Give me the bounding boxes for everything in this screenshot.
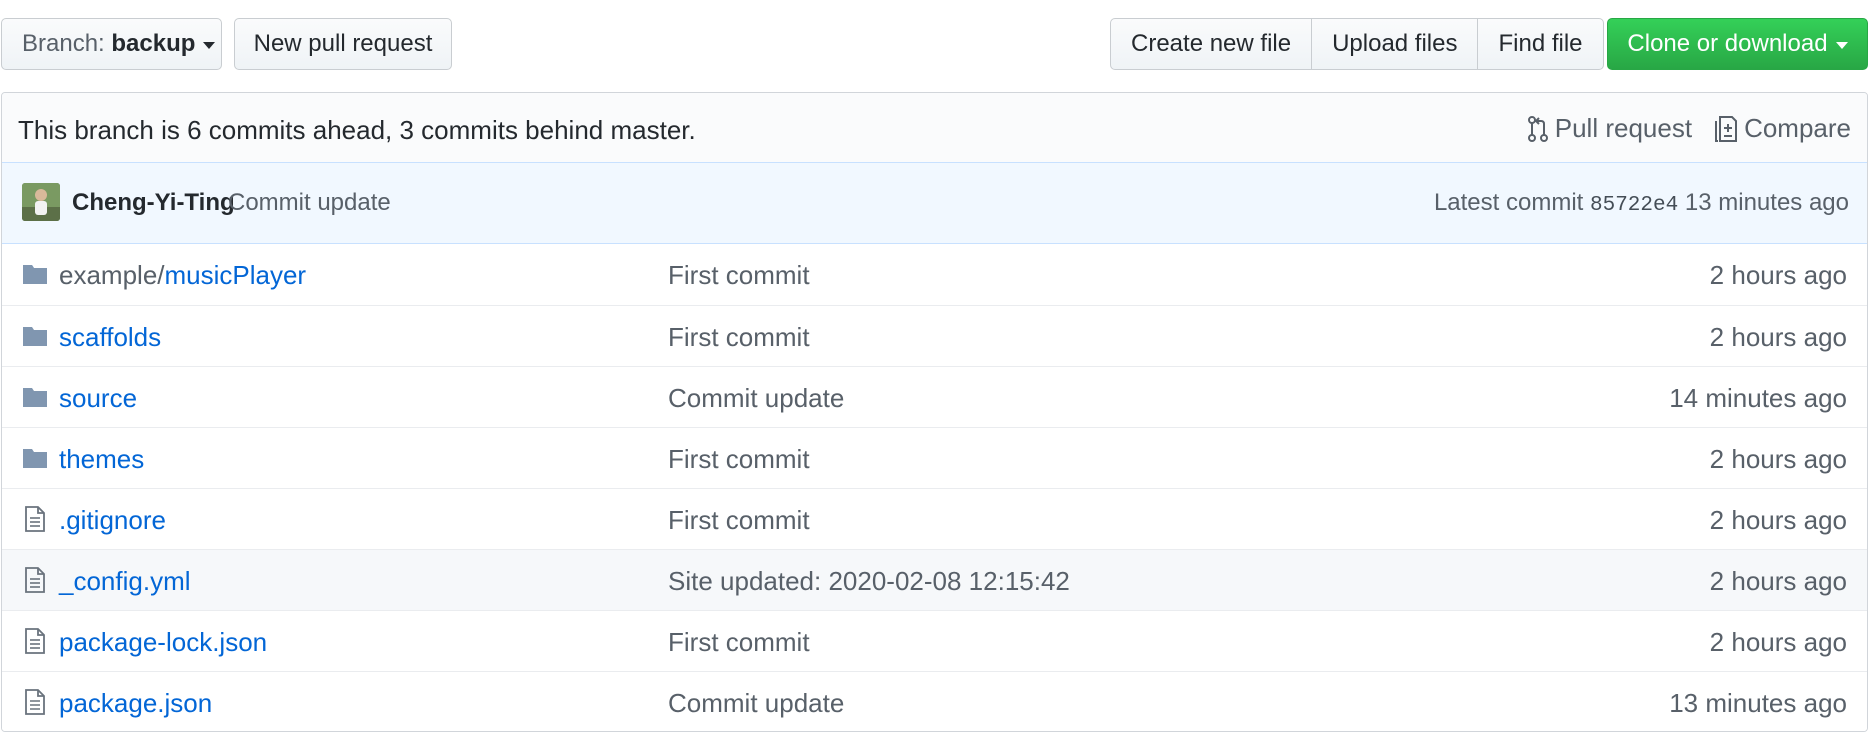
find-file-label: Find file	[1498, 30, 1583, 57]
folder-path-prefix: example/	[59, 260, 165, 290]
table-row: package-lock.json First commit 2 hours a…	[2, 610, 1867, 671]
create-new-file-label: Create new file	[1131, 30, 1292, 57]
commit-message-link[interactable]: First commit	[668, 505, 810, 536]
latest-commit-bar: Cheng-Yi-Ting Commit update Latest commi…	[2, 163, 1867, 244]
commit-message-link[interactable]: Commit update	[668, 688, 844, 719]
file-name-link[interactable]: _config.yml	[59, 566, 191, 597]
diff-icon	[1715, 115, 1738, 142]
find-file-button[interactable]: Find file	[1478, 18, 1604, 70]
commit-meta: Latest commit 85722e4 13 minutes ago	[1434, 189, 1849, 217]
table-row: themes First commit 2 hours ago	[2, 427, 1867, 488]
latest-commit-prefix: Latest commit	[1433, 189, 1584, 216]
branch-actions: Pull request Compare	[1527, 113, 1851, 144]
file-icon	[25, 689, 45, 715]
pull-request-label: Pull request	[1554, 113, 1693, 143]
avatar[interactable]	[22, 183, 60, 221]
clone-or-download-button[interactable]: Clone or download	[1607, 18, 1868, 70]
table-row: example/musicPlayer First commit 2 hours…	[2, 244, 1867, 305]
commit-message-link[interactable]: First commit	[668, 627, 810, 658]
git-pull-request-icon	[1527, 115, 1548, 142]
commit-message-link[interactable]: First commit	[668, 260, 810, 291]
file-icon	[25, 506, 45, 532]
commit-age: 2 hours ago	[1709, 566, 1847, 596]
commit-age: 2 hours ago	[1709, 627, 1847, 657]
commit-sha-link[interactable]: 85722e4	[1590, 194, 1678, 217]
file-list: example/musicPlayer First commit 2 hours…	[2, 244, 1867, 731]
folder-icon	[23, 265, 47, 284]
file-name: musicPlayer	[164, 260, 307, 290]
commit-age: 2 hours ago	[1709, 322, 1847, 352]
file-name-link[interactable]: scaffolds	[59, 322, 161, 353]
avatar-image	[22, 183, 60, 221]
file-name-link[interactable]: themes	[59, 444, 144, 475]
branch-name: backup	[111, 30, 196, 57]
file-name-link[interactable]: package.json	[59, 688, 212, 719]
commit-message-link[interactable]: Commit update	[668, 383, 844, 414]
file-navigation-box: This branch is 6 commits ahead, 3 commit…	[1, 92, 1868, 732]
caret-down-icon	[203, 41, 216, 49]
branch-info-bar: This branch is 6 commits ahead, 3 commit…	[2, 93, 1867, 163]
commit-age: 13 minutes ago	[1669, 688, 1847, 718]
new-pull-request-label: New pull request	[253, 30, 433, 57]
branch-prefix: Branch:	[22, 30, 105, 57]
commit-age: 14 minutes ago	[1669, 383, 1847, 413]
compare-label: Compare	[1744, 113, 1851, 143]
table-row: _config.yml Site updated: 2020-02-08 12:…	[2, 549, 1867, 610]
file-name-link[interactable]: package-lock.json	[59, 627, 267, 658]
compare-link[interactable]: Compare	[1714, 113, 1851, 144]
file-actions-group: Create new file Upload files Find file	[1110, 18, 1604, 70]
commit-age: 2 hours ago	[1709, 444, 1847, 474]
file-name-link[interactable]: .gitignore	[59, 505, 166, 536]
commit-age: 2 hours ago	[1709, 505, 1847, 535]
folder-icon	[23, 449, 47, 468]
commit-message-link[interactable]: First commit	[668, 322, 810, 353]
branch-select-button[interactable]: Branch: backup	[1, 18, 222, 70]
new-pull-request-button[interactable]: New pull request	[234, 18, 452, 70]
folder-icon	[23, 327, 47, 346]
caret-down-icon	[1835, 41, 1848, 49]
branch-status-text: This branch is 6 commits ahead, 3 commit…	[18, 115, 696, 145]
folder-icon	[23, 388, 47, 407]
table-row: package.json Commit update 13 minutes ag…	[2, 671, 1867, 731]
commit-age: 13 minutes ago	[1684, 189, 1849, 216]
file-name-link[interactable]: source	[59, 383, 137, 414]
commit-age: 2 hours ago	[1709, 260, 1847, 290]
commit-message-link[interactable]: First commit	[668, 444, 810, 475]
pull-request-link[interactable]: Pull request	[1527, 113, 1692, 144]
table-row: scaffolds First commit 2 hours ago	[2, 305, 1867, 366]
upload-files-button[interactable]: Upload files	[1312, 18, 1479, 70]
file-icon	[25, 567, 45, 593]
commit-message-link[interactable]: Commit update	[228, 189, 391, 217]
table-row: .gitignore First commit 2 hours ago	[2, 488, 1867, 549]
table-row: source Commit update 14 minutes ago	[2, 366, 1867, 427]
file-name-link[interactable]: example/musicPlayer	[59, 260, 306, 291]
file-icon	[25, 628, 45, 654]
upload-files-label: Upload files	[1332, 30, 1458, 57]
clone-or-download-label: Clone or download	[1627, 30, 1828, 57]
create-new-file-button[interactable]: Create new file	[1110, 18, 1313, 70]
commit-author-link[interactable]: Cheng-Yi-Ting	[72, 189, 235, 217]
commit-message-link[interactable]: Site updated: 2020-02-08 12:15:42	[668, 566, 1070, 597]
